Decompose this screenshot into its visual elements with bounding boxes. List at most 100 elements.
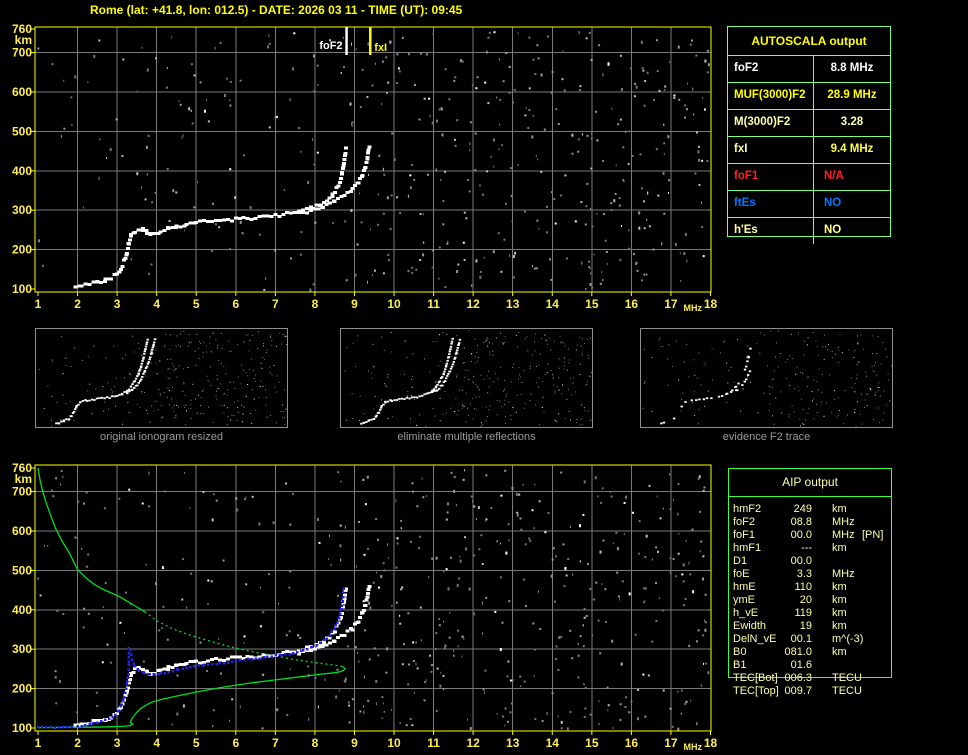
parameter-value: --- <box>801 542 812 554</box>
thumbnail-no-reflections <box>340 328 593 428</box>
svg-text:9: 9 <box>351 297 358 311</box>
svg-text:10: 10 <box>387 297 401 311</box>
ionogram-trace <box>73 585 372 727</box>
parameter-value: 20 <box>799 594 812 606</box>
svg-text:3: 3 <box>114 736 121 750</box>
thumbnail-original <box>35 328 288 428</box>
parameter-note: [PN] <box>862 529 884 541</box>
autoscala-table-rows: foF2 8.8 MHz MUF(3000)F2 28.9 MHz M(3000)F2 3… <box>728 56 890 244</box>
aip-row-d1: D1 00.0 <box>728 555 892 568</box>
parameter-value: 00.0 <box>790 529 812 541</box>
ionogram-trace <box>73 145 372 289</box>
plot-grid <box>35 27 711 292</box>
parameter-label: fxI <box>734 143 748 155</box>
parameter-value: 081.0 <box>784 646 812 658</box>
svg-text:7: 7 <box>272 297 279 311</box>
svg-text:5: 5 <box>193 736 200 750</box>
parameter-value: 9.4 MHz <box>813 137 890 163</box>
svg-text:7: 7 <box>272 736 279 750</box>
autoscala-screen: { "title": "Rome (lat: +41.8, lon: 012.5… <box>0 0 968 755</box>
parameter-unit: TECU <box>832 672 862 684</box>
parameter-label: h'Es <box>734 224 758 236</box>
parameter-value: 00.1 <box>790 633 812 645</box>
parameter-value: 110 <box>794 581 812 593</box>
aip-row-delnve: DelN_vE 00.1 m^(-3) <box>728 633 892 646</box>
thumbnail-original-image <box>35 328 288 428</box>
frequency-markers: foF2 fxI <box>319 27 387 55</box>
noise-layer <box>37 469 710 731</box>
autoscala-row-m3000f2: M(3000)F2 3.28 <box>728 109 890 136</box>
parameter-unit: km <box>832 594 847 606</box>
svg-text:500: 500 <box>12 563 32 577</box>
autoscala-row-ftes: ftEs NO <box>728 190 890 217</box>
parameter-value: 08.8 <box>790 516 812 528</box>
parameter-value: 8.8 MHz <box>813 56 890 82</box>
svg-text:2: 2 <box>74 297 81 311</box>
thumbnail-f2-trace <box>640 328 893 428</box>
parameter-unit: MHz <box>832 529 855 541</box>
parameter-unit: km <box>832 620 847 632</box>
svg-text:9: 9 <box>351 736 358 750</box>
aip-row-ewidth: Ewidth 19 km <box>728 620 892 633</box>
autoscala-row-fof1: foF1 N/A <box>728 163 890 190</box>
autoscala-row-fxi: fxI 9.4 MHz <box>728 136 890 163</box>
parameter-label: foF2 <box>734 62 759 74</box>
parameter-unit: TECU <box>832 685 862 697</box>
thumbnail-no-reflections-image <box>340 328 593 428</box>
svg-text:15: 15 <box>585 297 599 311</box>
svg-text:100: 100 <box>12 721 32 735</box>
svg-text:700: 700 <box>12 46 32 60</box>
aip-row-fof2: foF2 08.8 MHz <box>728 516 892 529</box>
svg-text:13: 13 <box>506 297 520 311</box>
noise-layer <box>37 31 710 292</box>
thumbnail-caption-no-reflections: eliminate multiple reflections <box>397 431 536 443</box>
parameter-unit: m^(-3) <box>832 633 864 645</box>
parameter-value: 3.3 <box>796 568 812 580</box>
aip-row-yme: ymE 20 km <box>728 594 892 607</box>
svg-text:MHz: MHz <box>683 303 702 313</box>
svg-text:700: 700 <box>12 485 32 499</box>
parameter-value: NO <box>813 218 890 244</box>
svg-text:fxI: fxI <box>374 42 387 54</box>
svg-text:200: 200 <box>12 682 32 696</box>
parameter-unit: MHz <box>832 568 855 580</box>
parameter-unit: km <box>832 646 847 658</box>
svg-text:8: 8 <box>312 736 319 750</box>
aip-row-tecbot: TEC[Bot] 006.3 TECU <box>728 672 892 685</box>
autoscala-output-table: AUTOSCALA output foF2 8.8 MHz MUF(3000)F2 2… <box>727 26 891 244</box>
parameter-label: M(3000)F2 <box>734 116 791 128</box>
svg-text:400: 400 <box>12 603 32 617</box>
parameter-unit: km <box>832 581 847 593</box>
parameter-unit: km <box>832 607 847 619</box>
svg-text:11: 11 <box>427 736 440 750</box>
svg-text:14: 14 <box>546 297 560 311</box>
svg-text:km: km <box>15 33 32 47</box>
svg-text:foF2: foF2 <box>319 40 342 52</box>
aip-row-hme: hmE 110 km <box>728 581 892 594</box>
svg-text:600: 600 <box>12 524 32 538</box>
plot-border <box>34 464 712 732</box>
aip-row-hmf2: hmF2 249 km <box>728 503 892 516</box>
svg-text:300: 300 <box>12 642 32 656</box>
svg-text:400: 400 <box>12 164 32 178</box>
parameter-value: 19 <box>799 620 812 632</box>
svg-text:4: 4 <box>153 736 160 750</box>
svg-text:15: 15 <box>585 736 599 750</box>
parameter-unit: MHz <box>832 516 855 528</box>
svg-text:200: 200 <box>12 243 32 257</box>
aip-row-fof1: foF1 00.0 MHz [PN] <box>728 529 892 542</box>
svg-text:3: 3 <box>114 297 121 311</box>
svg-text:1: 1 <box>35 297 42 311</box>
svg-text:2: 2 <box>74 736 81 750</box>
svg-text:12: 12 <box>466 736 480 750</box>
parameter-value: 006.3 <box>784 672 812 684</box>
parameter-value: 3.28 <box>813 110 890 136</box>
autoscala-table-title: AUTOSCALA output <box>728 27 890 56</box>
aip-row-tectop: TEC[Top] 009.7 TECU <box>728 685 892 698</box>
aip-row-hmf1: hmF1 --- km <box>728 542 892 555</box>
svg-text:14: 14 <box>546 736 560 750</box>
parameter-unit: km <box>832 542 847 554</box>
svg-text:6: 6 <box>232 297 239 311</box>
autoscala-row-muf3000f2: MUF(3000)F2 28.9 MHz <box>728 82 890 109</box>
parameter-unit: km <box>832 503 847 515</box>
